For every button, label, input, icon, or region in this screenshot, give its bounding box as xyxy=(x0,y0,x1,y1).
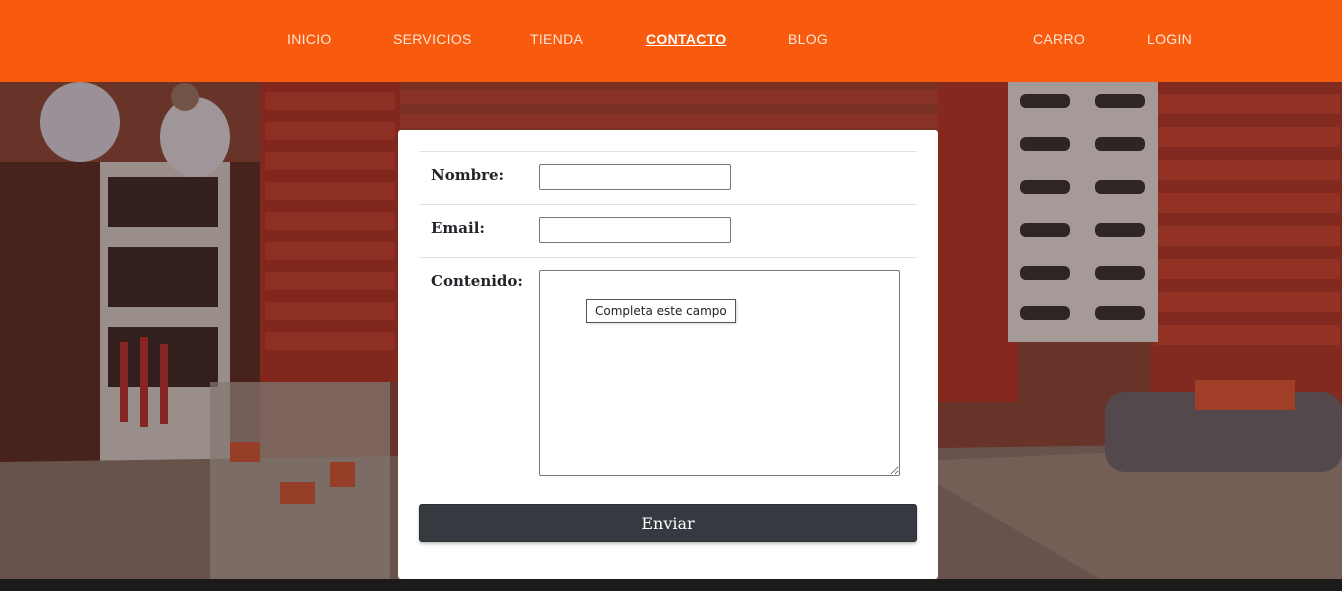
nav-link-blog[interactable]: BLOG xyxy=(788,31,828,47)
nav-link-inicio[interactable]: INICIO xyxy=(287,31,332,47)
validation-tooltip: Completa este campo xyxy=(586,299,736,323)
nombre-label: Nombre: xyxy=(431,166,505,184)
form-row-email: Email: xyxy=(419,204,917,257)
email-input[interactable] xyxy=(539,217,731,243)
contact-form-card: Nombre: Email: Contenido: Completa este … xyxy=(398,130,938,579)
nav-link-tienda[interactable]: TIENDA xyxy=(530,31,583,47)
nav-link-contacto[interactable]: CONTACTO xyxy=(646,31,726,47)
top-navbar: INICIO SERVICIOS TIENDA CONTACTO BLOG CA… xyxy=(0,0,1342,82)
email-label: Email: xyxy=(431,219,485,237)
nombre-input[interactable] xyxy=(539,164,731,190)
contenido-label: Contenido: xyxy=(431,272,523,290)
form-row-contenido: Contenido: xyxy=(419,257,917,483)
footer-strip xyxy=(0,579,1342,591)
enviar-button[interactable]: Enviar xyxy=(419,504,917,542)
nav-link-carro[interactable]: CARRO xyxy=(1033,31,1085,47)
nav-link-login[interactable]: LOGIN xyxy=(1147,31,1192,47)
nav-link-servicios[interactable]: SERVICIOS xyxy=(393,31,472,47)
form-row-nombre: Nombre: xyxy=(419,151,917,204)
